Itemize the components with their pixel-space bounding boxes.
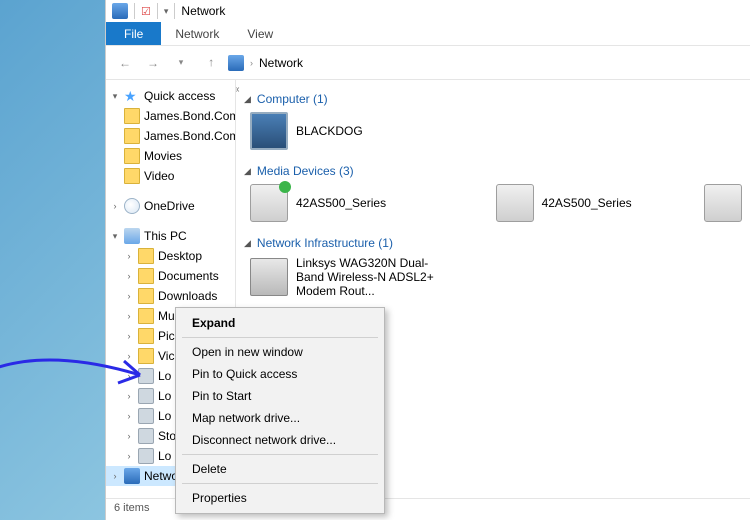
media-device-item[interactable]: 42AS500_Series	[496, 184, 644, 222]
router-icon	[250, 258, 288, 296]
nav-up-button[interactable]: →	[200, 54, 218, 72]
quick-access-node[interactable]: ▾ ★ Quick access	[106, 86, 235, 106]
menu-item-map-network-drive[interactable]: Map network drive...	[178, 407, 382, 429]
menu-item-pin-quick-access[interactable]: Pin to Quick access	[178, 363, 382, 385]
menu-item-properties[interactable]: Properties	[178, 487, 382, 509]
onedrive-node[interactable]: › OneDrive	[106, 196, 235, 216]
network-icon	[112, 3, 128, 19]
drive-icon	[138, 368, 154, 384]
chevron-right-icon[interactable]: ›	[124, 251, 134, 261]
pc-item[interactable]: ›Downloads	[106, 286, 235, 306]
folder-icon	[124, 128, 140, 144]
menu-item-open-new-window[interactable]: Open in new window	[178, 341, 382, 363]
qa-item[interactable]: Video	[106, 166, 235, 186]
chevron-down-icon[interactable]: ▾	[110, 231, 120, 242]
pc-item[interactable]: ›Documents	[106, 266, 235, 286]
nav-back-button[interactable]: ←	[116, 54, 134, 72]
breadcrumb-location[interactable]: Network	[259, 56, 303, 70]
tab-network[interactable]: Network	[161, 22, 233, 45]
qat-checkbox-icon[interactable]: ☑	[141, 5, 151, 18]
nav-recent-button[interactable]: ▾	[172, 54, 190, 72]
drive-icon	[138, 448, 154, 464]
collapse-nav-icon[interactable]: «	[236, 84, 240, 95]
pc-item[interactable]: ›Desktop	[106, 246, 235, 266]
drive-icon	[138, 408, 154, 424]
qa-item[interactable]: Movies	[106, 146, 235, 166]
group-header-infrastructure[interactable]: ◢ Network Infrastructure (1)	[244, 236, 744, 250]
chevron-right-icon[interactable]: ›	[110, 471, 120, 481]
media-device-item[interactable]: E	[704, 184, 744, 222]
folder-icon	[124, 148, 140, 164]
window-title: Network	[181, 4, 225, 18]
media-device-icon	[704, 184, 742, 222]
onedrive-icon	[124, 198, 140, 214]
folder-icon	[138, 288, 154, 304]
this-pc-node[interactable]: ▾ This PC	[106, 226, 235, 246]
computer-icon	[250, 112, 288, 150]
status-item-count: 6 items	[114, 502, 149, 514]
network-infra-item[interactable]: Linksys WAG320N Dual-Band Wireless-N ADS…	[250, 256, 450, 298]
chevron-right-icon: ›	[250, 58, 253, 68]
qa-item[interactable]: James.Bond.Complete	[106, 126, 235, 146]
media-device-item[interactable]: 42AS500_Series	[250, 184, 436, 222]
title-bar: ☑ ▾ Network	[106, 0, 750, 22]
address-bar: ← → ▾ → › Network	[106, 46, 750, 80]
expand-collapse-icon[interactable]: ◢	[244, 166, 251, 177]
menu-item-disconnect-network-drive[interactable]: Disconnect network drive...	[178, 429, 382, 451]
expand-collapse-icon[interactable]: ◢	[244, 238, 251, 249]
media-device-icon	[250, 184, 288, 222]
qa-item[interactable]: James.Bond.Complete	[106, 106, 235, 126]
desktop-background	[0, 0, 105, 520]
network-icon	[124, 468, 140, 484]
folder-icon	[124, 168, 140, 184]
menu-item-pin-start[interactable]: Pin to Start	[178, 385, 382, 407]
media-device-icon	[496, 184, 534, 222]
group-header-media[interactable]: ◢ Media Devices (3)	[244, 164, 744, 178]
network-icon	[228, 55, 244, 71]
computer-item[interactable]: BLACKDOG	[250, 112, 450, 150]
folder-icon	[138, 268, 154, 284]
menu-item-delete[interactable]: Delete	[178, 458, 382, 480]
address-path[interactable]: › Network	[228, 55, 740, 71]
folder-icon	[138, 348, 154, 364]
star-icon: ★	[124, 88, 140, 104]
folder-icon	[138, 308, 154, 324]
drive-icon	[138, 388, 154, 404]
tab-view[interactable]: View	[233, 22, 287, 45]
folder-icon	[124, 108, 140, 124]
context-menu: Expand Open in new window Pin to Quick a…	[175, 307, 385, 514]
chevron-right-icon[interactable]: ›	[110, 201, 120, 211]
menu-item-expand[interactable]: Expand	[178, 312, 382, 334]
folder-icon	[138, 328, 154, 344]
group-header-computer[interactable]: ◢ Computer (1)	[244, 92, 744, 106]
ribbon-tabs: File Network View	[106, 22, 750, 46]
file-tab[interactable]: File	[106, 22, 161, 45]
expand-collapse-icon[interactable]: ◢	[244, 94, 251, 105]
drive-icon	[138, 428, 154, 444]
chevron-down-icon[interactable]: ▾	[110, 91, 120, 102]
folder-icon	[138, 248, 154, 264]
pc-icon	[124, 228, 140, 244]
qat-overflow-icon[interactable]: ▾	[164, 6, 169, 17]
nav-forward-button: →	[144, 54, 162, 72]
